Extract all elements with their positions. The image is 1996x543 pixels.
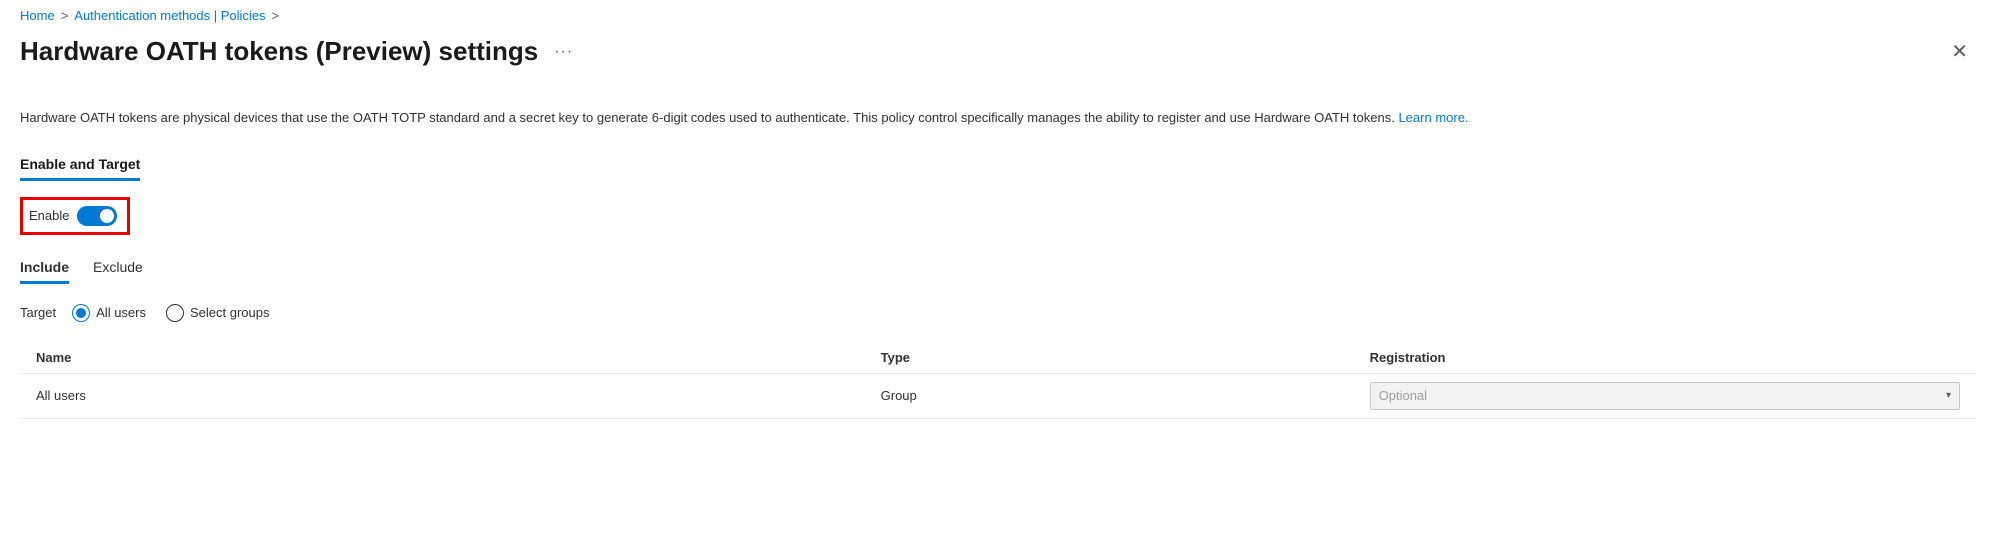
page-title: Hardware OATH tokens (Preview) settings	[20, 36, 538, 67]
tab-exclude[interactable]: Exclude	[93, 259, 143, 284]
col-header-name: Name	[20, 350, 881, 365]
registration-select[interactable]: Optional ▾	[1370, 382, 1960, 410]
chevron-down-icon: ▾	[1946, 390, 1951, 401]
tab-include[interactable]: Include	[20, 259, 69, 284]
enable-highlight-box: Enable	[20, 197, 130, 235]
breadcrumb-auth-methods[interactable]: Authentication methods | Policies	[74, 8, 265, 23]
description-text: Hardware OATH tokens are physical device…	[20, 110, 1398, 125]
radio-select-groups[interactable]: Select groups	[166, 304, 270, 322]
target-radio-group: All users Select groups	[72, 304, 269, 322]
cell-type: Group	[881, 388, 1370, 403]
radio-all-users-label: All users	[96, 305, 146, 320]
close-icon[interactable]: ✕	[1943, 35, 1976, 68]
radio-icon	[72, 304, 90, 322]
more-icon[interactable]: ···	[554, 43, 573, 61]
target-row: Target All users Select groups	[20, 304, 1976, 322]
target-table: Name Type Registration All users Group O…	[20, 342, 1976, 419]
table-row: All users Group Optional ▾	[20, 374, 1976, 419]
enable-label: Enable	[29, 208, 69, 223]
page-description: Hardware OATH tokens are physical device…	[20, 108, 1976, 128]
radio-select-groups-label: Select groups	[190, 305, 270, 320]
learn-more-link[interactable]: Learn more.	[1398, 110, 1468, 125]
table-header: Name Type Registration	[20, 342, 1976, 374]
registration-value: Optional	[1379, 388, 1427, 403]
radio-icon	[166, 304, 184, 322]
col-header-type: Type	[881, 350, 1370, 365]
col-header-registration: Registration	[1370, 350, 1976, 365]
cell-name: All users	[20, 388, 881, 403]
breadcrumb-home[interactable]: Home	[20, 8, 55, 23]
breadcrumb: Home > Authentication methods | Policies…	[20, 8, 1976, 23]
radio-all-users[interactable]: All users	[72, 304, 146, 322]
breadcrumb-separator: >	[61, 8, 69, 23]
target-label: Target	[20, 305, 56, 320]
include-exclude-tabs: Include Exclude	[20, 259, 1976, 284]
tab-enable-and-target[interactable]: Enable and Target	[20, 156, 140, 181]
title-row: Hardware OATH tokens (Preview) settings …	[20, 35, 1976, 68]
cell-registration: Optional ▾	[1370, 382, 1976, 410]
breadcrumb-separator: >	[272, 8, 280, 23]
enable-toggle[interactable]	[77, 206, 117, 226]
